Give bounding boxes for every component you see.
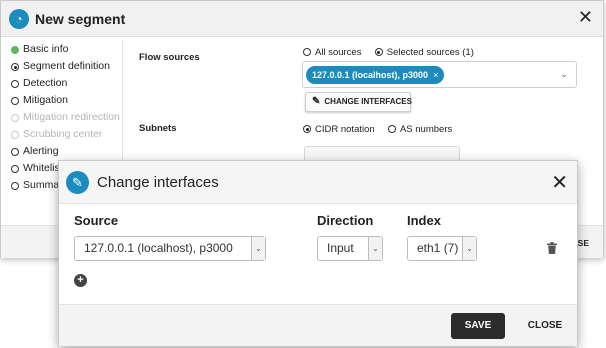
change-interfaces-modal: ✎ Change interfaces ✕ Source Direction I… [58, 160, 578, 346]
radio-cidr-notation[interactable]: CIDR notation [303, 124, 375, 135]
subnets-label: Subnets [139, 123, 177, 134]
pencil-icon: ✎ [312, 96, 321, 107]
radio-icon [374, 48, 383, 56]
step-status-icon [11, 63, 19, 71]
radio-all-sources[interactable]: All sources [303, 47, 361, 58]
index-column-header: Index [407, 213, 441, 228]
step-status-icon [11, 97, 19, 105]
step-label: Segment definition [23, 60, 110, 72]
radio-as-numbers[interactable]: AS numbers [387, 124, 453, 135]
step-status-icon [11, 114, 19, 122]
step-status-icon [11, 182, 19, 190]
radio-label: CIDR notation [315, 124, 375, 135]
app-logo-icon: ◔ [9, 9, 29, 29]
save-button[interactable]: SAVE [451, 313, 505, 339]
step-label: Whitelist [23, 162, 63, 174]
close-icon[interactable]: ✕ [551, 170, 568, 195]
close-icon[interactable]: ✕ [578, 7, 593, 28]
step-status-icon [11, 80, 19, 88]
dialog-title: New segment [35, 11, 126, 27]
direction-select-value: Input [327, 241, 354, 255]
step-scrubbing-center: Scrubbing center [11, 128, 120, 145]
chevron-down-icon[interactable]: ⌄ [560, 69, 568, 80]
source-column-header: Source [74, 213, 119, 228]
selected-source-chip: 127.0.0.1 (localhost), p3000 × [306, 66, 445, 84]
step-status-icon [11, 46, 19, 54]
radio-label: All sources [315, 47, 362, 58]
step-label: Scrubbing center [23, 128, 103, 140]
step-status-icon [11, 131, 19, 139]
step-label: Mitigation redirection [23, 111, 120, 123]
step-label: Basic info [23, 43, 69, 55]
step-label: Alerting [23, 145, 59, 157]
flow-sources-radio-group: All sources Selected sources (1) [303, 47, 474, 58]
source-select[interactable]: 127.0.0.1 (localhost), p3000 ⌄ [74, 236, 266, 261]
step-mitigation-redirection: Mitigation redirection [11, 111, 120, 128]
index-select-value: eth1 (7) [417, 241, 459, 255]
chip-remove-icon[interactable]: × [433, 70, 438, 80]
radio-icon [387, 125, 396, 133]
radio-icon [303, 48, 311, 56]
radio-label: AS numbers [399, 124, 453, 135]
flow-sources-label: Flow sources [139, 52, 200, 63]
flow-sources-select[interactable]: 127.0.0.1 (localhost), p3000 × ⌄ [302, 61, 577, 88]
radio-selected-sources[interactable]: Selected sources (1) [374, 47, 474, 58]
chip-label: 127.0.0.1 (localhost), p3000 [312, 70, 429, 80]
radio-icon [303, 125, 311, 133]
step-status-icon [11, 148, 19, 156]
modal-header: ✎ Change interfaces ✕ [59, 161, 577, 204]
radio-label: Selected sources (1) [386, 47, 474, 58]
modal-title: Change interfaces [97, 174, 219, 191]
step-basic-info[interactable]: Basic info [11, 43, 120, 60]
step-label: Detection [23, 77, 68, 89]
source-select-value: 127.0.0.1 (localhost), p3000 [84, 241, 233, 255]
chevron-down-icon: ⌄ [368, 237, 382, 260]
direction-select[interactable]: Input ⌄ [317, 236, 383, 261]
trash-icon[interactable] [547, 241, 557, 259]
change-interfaces-label: CHANGE INTERFACES [324, 97, 412, 106]
index-select[interactable]: eth1 (7) ⌄ [407, 236, 477, 261]
step-mitigation[interactable]: Mitigation [11, 94, 120, 111]
change-interfaces-button[interactable]: ✎ CHANGE INTERFACES [305, 92, 412, 112]
step-status-icon [11, 165, 19, 173]
dialog-header: ◔ New segment ✕ [1, 1, 603, 37]
pencil-icon: ✎ [66, 171, 89, 194]
chevron-down-icon: ⌄ [251, 237, 265, 260]
chevron-down-icon: ⌄ [462, 237, 476, 260]
add-row-icon[interactable]: + [74, 274, 87, 287]
close-button[interactable]: CLOSE [521, 313, 569, 339]
footer-close-button[interactable]: SE [578, 238, 589, 248]
direction-column-header: Direction [317, 213, 374, 228]
subnets-radio-group: CIDR notation AS numbers [303, 124, 452, 135]
step-segment-definition[interactable]: Segment definition [11, 60, 120, 77]
step-label: Mitigation [23, 94, 68, 106]
step-detection[interactable]: Detection [11, 77, 120, 94]
